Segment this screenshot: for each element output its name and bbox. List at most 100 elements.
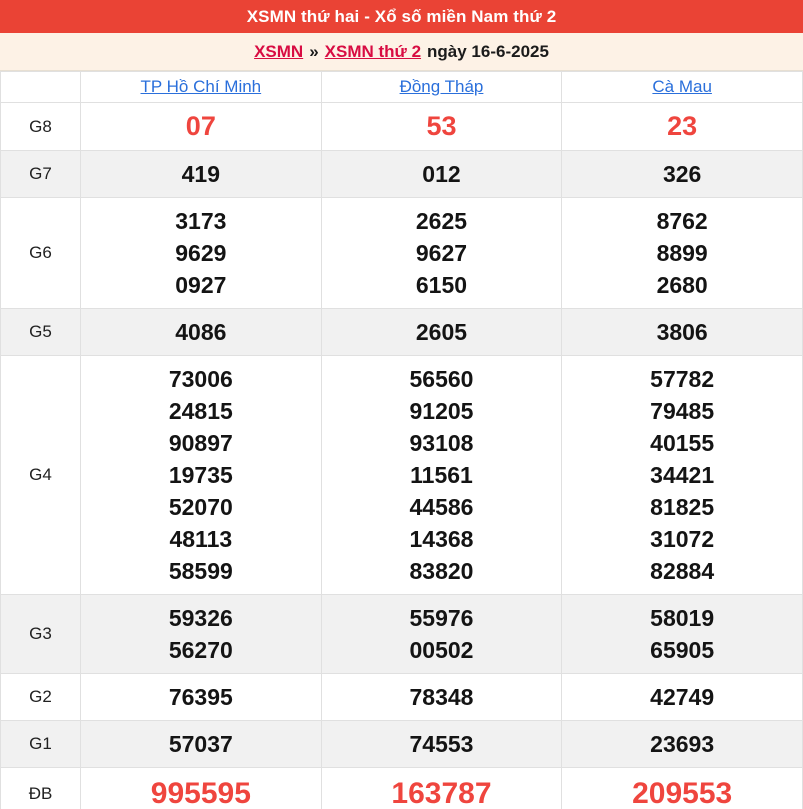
- column-header-ca-mau: Cà Mau: [561, 71, 803, 103]
- result-number: 57782: [650, 366, 715, 392]
- result-number: 3806: [656, 319, 708, 345]
- result-number: 53: [426, 111, 457, 141]
- result-number: 56270: [168, 637, 233, 663]
- result-cell-g5-dong-thap: 2605: [320, 308, 563, 356]
- result-number: 44586: [409, 494, 474, 520]
- result-number: 9629: [175, 240, 227, 266]
- breadcrumb: XSMN » XSMN thứ 2 ngày 16-6-2025: [0, 33, 803, 71]
- result-number: 419: [181, 161, 221, 187]
- result-cell-g2-tphcm: 76395: [80, 673, 322, 721]
- breadcrumb-link-xsmn-thu-2[interactable]: XSMN thứ 2: [325, 42, 421, 62]
- prize-row-g3: G3 59326 56270 55976 00502 58019 65905: [0, 594, 803, 674]
- result-number: 11561: [410, 462, 473, 488]
- result-number: 42749: [650, 684, 715, 710]
- result-number: 163787: [391, 777, 492, 809]
- column-header-dong-thap: Đồng Tháp: [320, 71, 563, 103]
- result-number: 9627: [415, 240, 468, 266]
- result-cell-g2-dong-thap: 78348: [320, 673, 563, 721]
- column-link-ca-mau[interactable]: Cà Mau: [652, 77, 712, 96]
- result-number: 58019: [650, 605, 715, 631]
- result-number: 3173: [175, 208, 227, 234]
- result-number: 52070: [168, 494, 233, 520]
- result-number: 78348: [409, 684, 474, 710]
- result-cell-g3-dong-thap: 55976 00502: [320, 594, 563, 674]
- result-cell-g3-ca-mau: 58019 65905: [561, 594, 803, 674]
- page-title: XSMN thứ hai - Xổ số miền Nam thứ 2: [246, 6, 557, 26]
- result-cell-g1-ca-mau: 23693: [561, 720, 803, 768]
- result-number: 65905: [650, 637, 715, 663]
- result-number: 57037: [168, 731, 233, 757]
- result-cell-g8-tphcm: 07: [80, 102, 322, 151]
- prize-row-g7: G7 419 012 326: [0, 150, 803, 198]
- result-cell-g4-ca-mau: 57782 79485 40155 34421 81825 31072 82884: [561, 355, 803, 595]
- prize-label-db: ĐB: [0, 767, 81, 809]
- result-number: 326: [662, 161, 702, 187]
- corner-cell: [0, 71, 81, 103]
- result-number: 48113: [169, 526, 233, 552]
- result-number: 8762: [656, 208, 708, 234]
- prize-label-g6: G6: [0, 197, 81, 309]
- result-cell-g4-tphcm: 73006 24815 90897 19735 52070 48113 58599: [80, 355, 322, 595]
- result-cell-g6-ca-mau: 8762 8899 2680: [561, 197, 803, 309]
- result-number: 2680: [656, 272, 708, 298]
- result-cell-g5-ca-mau: 3806: [561, 308, 803, 356]
- prize-label-g3: G3: [0, 594, 81, 674]
- result-cell-g1-tphcm: 57037: [80, 720, 322, 768]
- prize-row-g8: G8 07 53 23: [0, 102, 803, 151]
- result-number: 2605: [415, 319, 468, 345]
- table-body: G8 07 53 23 G7 419 012 326 G6 3173 9629 0927 2625 962…: [0, 102, 803, 809]
- result-number: 40155: [650, 430, 715, 456]
- result-number: 0927: [175, 272, 227, 298]
- result-cell-g3-tphcm: 59326 56270: [80, 594, 322, 674]
- result-cell-db-ca-mau: 209553: [561, 767, 803, 809]
- prize-row-db: ĐB 995595 163787 209553: [0, 767, 803, 809]
- result-cell-g6-tphcm: 3173 9629 0927: [80, 197, 322, 309]
- result-number: 8899: [656, 240, 708, 266]
- result-number: 76395: [168, 684, 233, 710]
- result-cell-g7-tphcm: 419: [80, 150, 322, 198]
- prize-row-g4: G4 73006 24815 90897 19735 52070 48113 58599 565…: [0, 355, 803, 595]
- column-link-tphcm[interactable]: TP Hồ Chí Minh: [141, 77, 262, 96]
- result-number: 31072: [650, 526, 715, 552]
- result-number: 24815: [168, 398, 233, 424]
- result-number: 2625: [415, 208, 468, 234]
- result-number: 6150: [415, 272, 468, 298]
- result-number: 90897: [168, 430, 233, 456]
- result-cell-g1-dong-thap: 74553: [320, 720, 563, 768]
- result-number: 00502: [409, 637, 474, 663]
- prize-row-g1: G1 57037 74553 23693: [0, 720, 803, 768]
- result-number: 59326: [168, 605, 233, 631]
- result-number: 74553: [409, 731, 474, 757]
- result-number: 55976: [409, 605, 474, 631]
- table-header-row: TP Hồ Chí Minh Đồng Tháp Cà Mau: [0, 71, 803, 103]
- result-number: 73006: [168, 366, 233, 392]
- breadcrumb-link-xsmn[interactable]: XSMN: [254, 42, 303, 62]
- column-link-dong-thap[interactable]: Đồng Tháp: [400, 77, 484, 96]
- result-number: 19735: [168, 462, 233, 488]
- result-number: 07: [185, 111, 216, 141]
- result-number: 79485: [650, 398, 715, 424]
- result-number: 209553: [632, 777, 733, 809]
- prize-row-g2: G2 76395 78348 42749: [0, 673, 803, 721]
- result-cell-db-tphcm: 995595: [80, 767, 322, 809]
- breadcrumb-date: ngày 16-6-2025: [427, 41, 549, 61]
- result-number: 012: [422, 161, 461, 187]
- prize-label-g2: G2: [0, 673, 81, 721]
- result-cell-g8-dong-thap: 53: [320, 102, 563, 151]
- breadcrumb-separator: »: [309, 41, 319, 61]
- result-number: 14368: [409, 526, 474, 552]
- result-number: 58599: [168, 558, 233, 584]
- result-cell-g5-tphcm: 4086: [80, 308, 322, 356]
- prize-row-g6: G6 3173 9629 0927 2625 9627 6150 8762 8899 2680: [0, 197, 803, 309]
- result-number: 995595: [150, 777, 251, 809]
- result-cell-g8-ca-mau: 23: [561, 102, 803, 151]
- result-cell-g4-dong-thap: 56560 91205 93108 11561 44586 14368 83820: [320, 355, 563, 595]
- result-number: 23693: [650, 731, 715, 757]
- result-number: 83820: [409, 558, 474, 584]
- result-number: 56560: [409, 366, 474, 392]
- result-cell-g6-dong-thap: 2625 9627 6150: [320, 197, 563, 309]
- result-cell-db-dong-thap: 163787: [320, 767, 563, 809]
- result-cell-g7-dong-thap: 012: [320, 150, 563, 198]
- prize-label-g1: G1: [0, 720, 81, 768]
- prize-row-g5: G5 4086 2605 3806: [0, 308, 803, 356]
